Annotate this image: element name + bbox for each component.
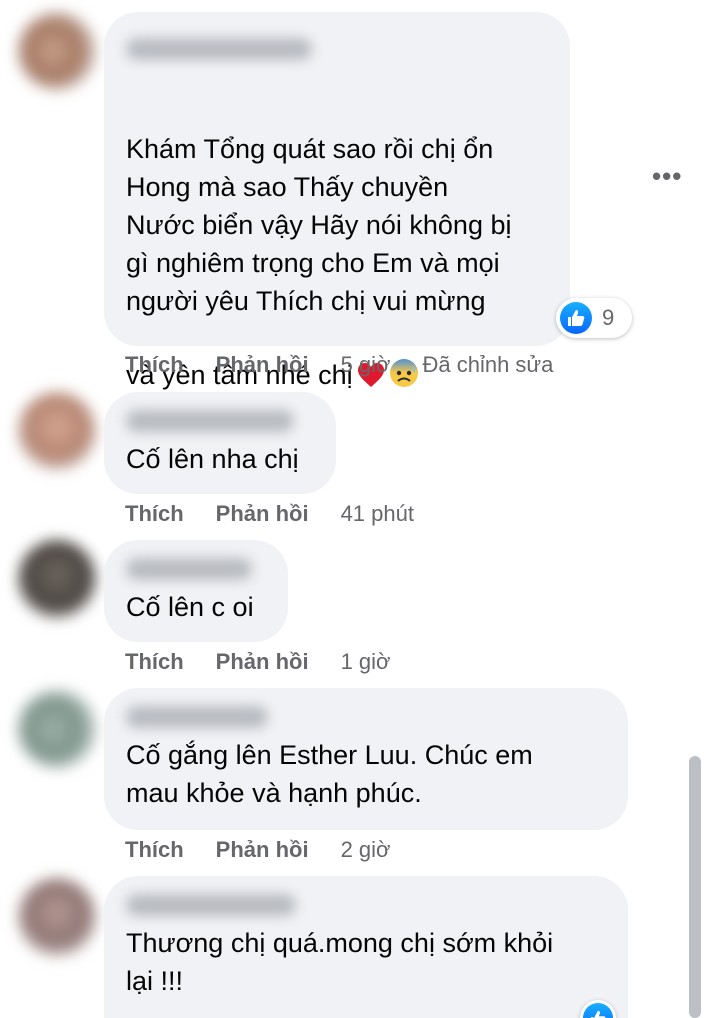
timestamp[interactable]: 2 giờ [341, 837, 391, 863]
avatar[interactable] [18, 690, 96, 768]
like-icon [560, 302, 592, 334]
reply-button[interactable]: Phản hồi [216, 649, 309, 675]
comment-actions: Thích Phản hồi 1 giờ [125, 649, 422, 675]
reply-button[interactable]: Phản hồi [216, 501, 309, 527]
reaction-summary[interactable]: 9 [556, 298, 632, 338]
comment-actions: Thích Phản hồi 2 giờ [125, 837, 422, 863]
reaction-count: 9 [602, 305, 615, 330]
author-name-blurred[interactable] [126, 706, 268, 728]
timestamp[interactable]: 5 giờ [341, 352, 391, 378]
comment-text: Cố lên nha chị [126, 444, 299, 474]
like-button[interactable]: Thích [125, 501, 184, 527]
comment-bubble: Cố lên nha chị [104, 392, 336, 494]
avatar[interactable] [18, 878, 96, 956]
author-name-blurred[interactable] [126, 410, 294, 432]
like-button[interactable]: Thích [125, 649, 184, 675]
edited-label[interactable]: Đã chỉnh sửa [422, 352, 553, 378]
avatar[interactable] [18, 12, 96, 90]
comment-text: Thương chị quá.mong chị sớm khỏi lại !!! [126, 928, 554, 996]
comments-page: Khám Tổng quát sao rồi chị ổn Hong mà sa… [0, 0, 704, 1018]
author-name-blurred[interactable] [126, 894, 296, 916]
comment-bubble: Cố gắng lên Esther Luu. Chúc em mau khỏe… [104, 688, 628, 830]
comment-bubble: Khám Tổng quát sao rồi chị ổn Hong mà sa… [104, 12, 570, 390]
avatar[interactable] [18, 392, 96, 470]
comment-bubble: Thương chị quá.mong chị sớm khỏi lại !!! [104, 876, 628, 1018]
timestamp[interactable]: 41 phút [341, 501, 414, 527]
comment-text: Cố gắng lên Esther Luu. Chúc em mau khỏe… [126, 740, 533, 808]
comment-bubble: Cố lên c oi [104, 540, 288, 642]
like-icon [583, 1003, 613, 1018]
scrollbar[interactable] [689, 756, 701, 1018]
avatar[interactable] [18, 540, 96, 618]
author-name-blurred[interactable] [126, 558, 252, 580]
like-button[interactable]: Thích [125, 352, 184, 378]
reply-button[interactable]: Phản hồi [216, 352, 309, 378]
timestamp[interactable]: 1 giờ [341, 649, 391, 675]
more-options-icon[interactable]: ••• [652, 163, 682, 189]
comment-actions: Thích Phản hồi 41 phút [125, 501, 446, 527]
comment-actions: Thích Phản hồi 5 giờ Đã chỉnh sửa [125, 352, 553, 378]
like-button[interactable]: Thích [125, 837, 184, 863]
comment-text: Cố lên c oi [126, 592, 254, 622]
reply-button[interactable]: Phản hồi [216, 837, 309, 863]
author-name-blurred[interactable] [126, 38, 312, 60]
